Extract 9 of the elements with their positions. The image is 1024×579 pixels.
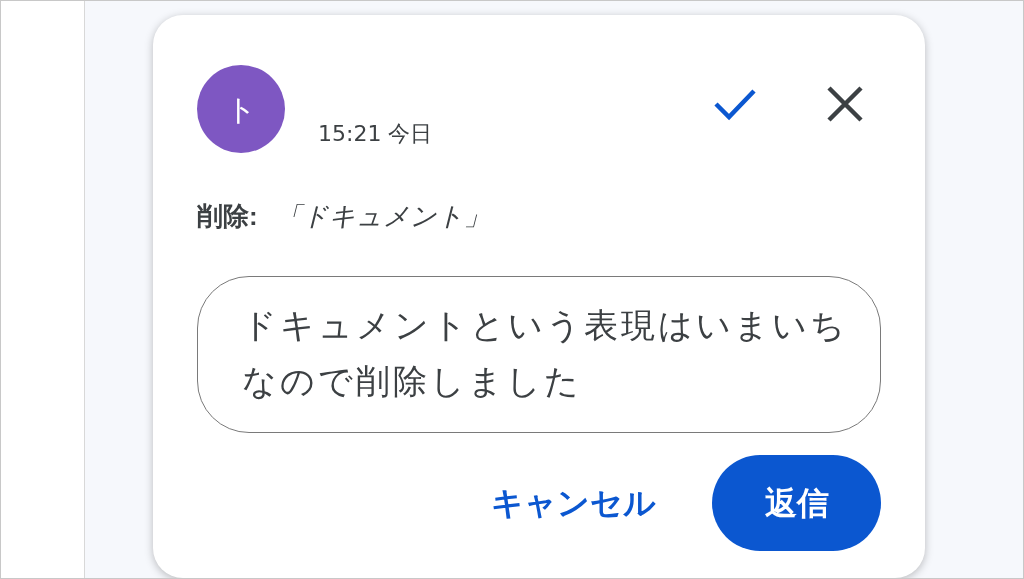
reply-field[interactable]: ドキュメントという表現はいまいちなので削除しました: [197, 276, 881, 433]
close-icon: [826, 85, 864, 123]
comment-timestamp: 15:21 今日: [318, 120, 433, 148]
suggestion-label: 削除:: [197, 200, 258, 233]
check-icon: [713, 87, 757, 121]
reply-button[interactable]: 返信: [712, 455, 881, 551]
avatar: ト: [197, 65, 285, 153]
suggestion-text: 「ドキュメント」: [275, 200, 490, 233]
cancel-button[interactable]: キャンセル: [491, 473, 656, 533]
